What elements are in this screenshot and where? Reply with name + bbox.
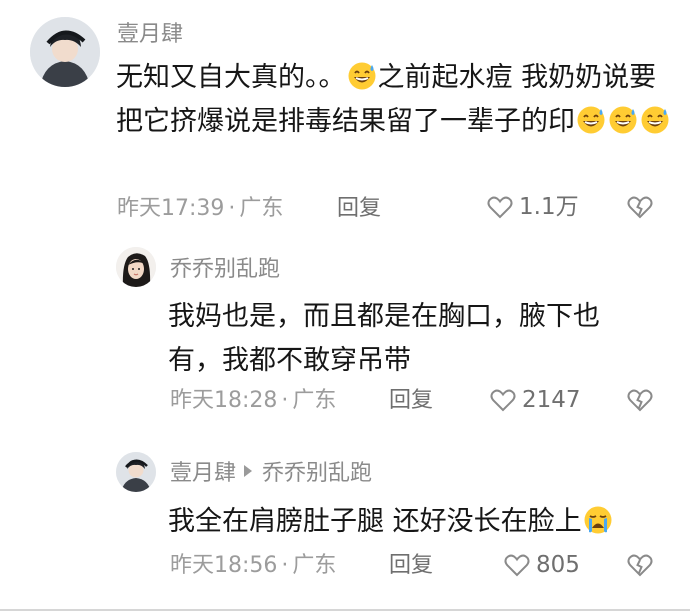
location: 广东 [239, 196, 284, 221]
like-count: 805 [536, 551, 580, 578]
timestamp: 昨天17:39 [117, 196, 225, 221]
avatar[interactable] [116, 247, 156, 287]
reply-button[interactable]: 回复 [389, 555, 433, 577]
comment-text-body: 我全在肩膀肚子腿 还好没长在脸上 [168, 506, 582, 537]
dislike-button[interactable] [627, 195, 653, 219]
crying-face-emoji-icon [583, 505, 613, 535]
dislike-button[interactable] [627, 553, 653, 577]
triangle-right-icon [244, 465, 253, 477]
broken-heart-icon [627, 389, 653, 412]
heart-outline-icon [504, 554, 530, 577]
username[interactable]: 乔乔别乱跑 [170, 259, 280, 281]
broken-heart-icon [627, 554, 653, 577]
avatar[interactable] [30, 17, 100, 87]
comment-text: 无知又自大真的。。 之前起水痘 我奶奶说要把它挤爆说是排毒结果留了一辈子的印 [116, 56, 676, 144]
dislike-button[interactable] [627, 388, 653, 412]
comment-text: 我妈也是，而且都是在胸口，腋下也有，我都不敢穿吊带 [168, 301, 600, 376]
grinning-sweat-emoji-icon [347, 61, 377, 91]
divider [0, 609, 690, 611]
comment-text-part-1: 无知又自大真的。。 [116, 62, 346, 93]
reply-target[interactable]: 乔乔别乱跑 [262, 461, 372, 486]
heart-outline-icon [487, 196, 513, 219]
comment-meta: 昨天18:56 · 广东 [170, 553, 337, 578]
like-count: 2147 [522, 386, 581, 413]
like-button[interactable]: 805 [504, 553, 580, 577]
location: 广东 [292, 553, 337, 578]
avatar[interactable] [116, 452, 156, 492]
username[interactable]: 壹月肆 [117, 24, 183, 46]
username: 壹月肆 乔乔别乱跑 [170, 463, 372, 485]
comment-meta: 昨天18:28 · 广东 [170, 388, 337, 413]
grinning-sweat-emoji-icon [608, 105, 638, 135]
reply-button[interactable]: 回复 [389, 390, 433, 412]
like-count: 1.1万 [519, 193, 579, 220]
comment-text: 我全在肩膀肚子腿 还好没长在脸上 [168, 500, 668, 544]
reply-button[interactable]: 回复 [337, 198, 381, 220]
timestamp: 昨天18:28 [170, 388, 278, 413]
timestamp: 昨天18:56 [170, 553, 278, 578]
location: 广东 [292, 388, 337, 413]
reply-author[interactable]: 壹月肆 [170, 461, 236, 486]
comment-meta: 昨天17:39 · 广东 [117, 196, 284, 221]
heart-outline-icon [490, 389, 516, 412]
like-button[interactable]: 1.1万 [487, 195, 579, 219]
grinning-sweat-emoji-icon [640, 105, 670, 135]
grinning-sweat-emoji-icon [576, 105, 606, 135]
like-button[interactable]: 2147 [490, 388, 581, 412]
broken-heart-icon [627, 196, 653, 219]
